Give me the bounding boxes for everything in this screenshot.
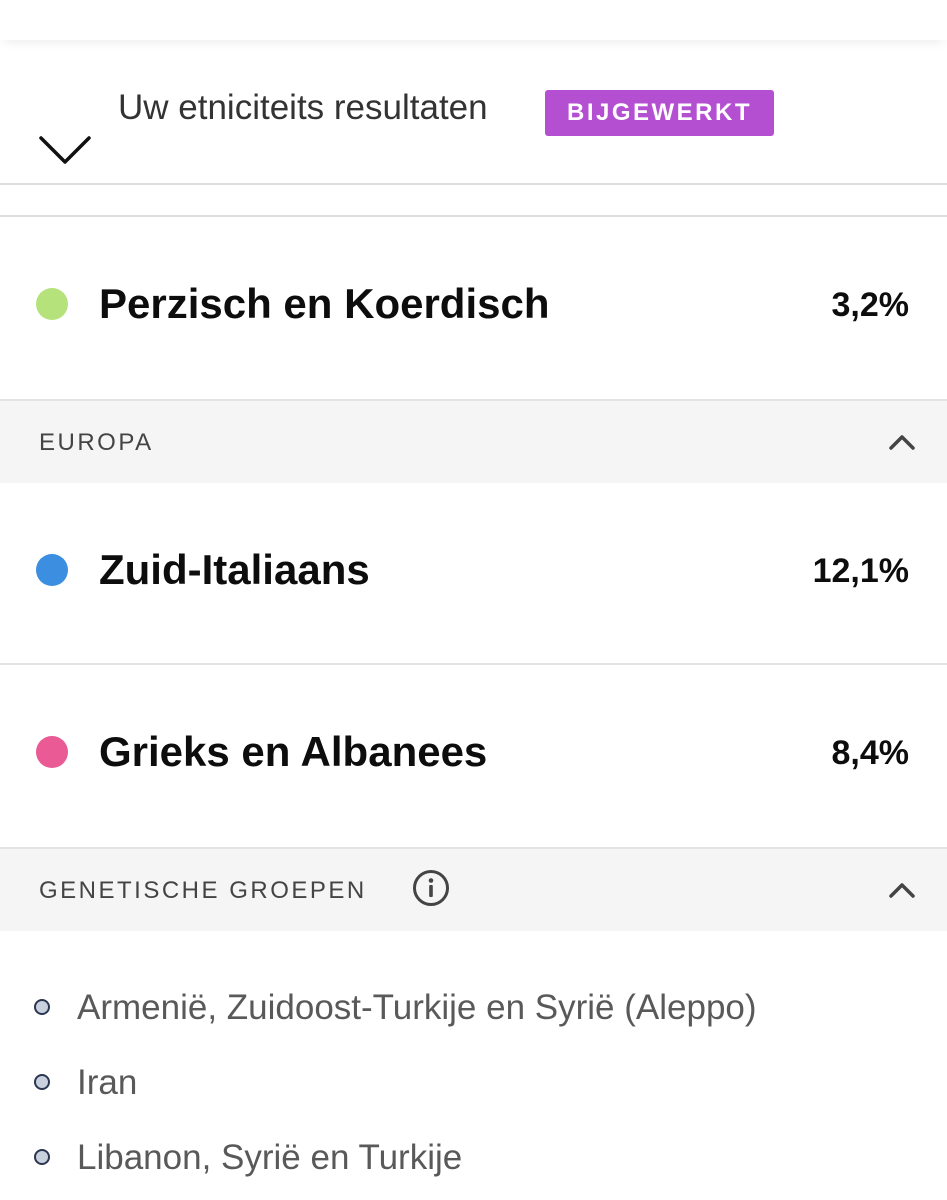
- chevron-down-icon[interactable]: [38, 132, 92, 168]
- updated-badge: BIJGEWERKT: [545, 90, 774, 136]
- section-label: GENETISCHE GROEPEN: [39, 877, 367, 904]
- chevron-up-icon[interactable]: [889, 881, 915, 899]
- ethnicity-color-dot: [36, 554, 68, 586]
- ethnicity-name: Perzisch en Koerdisch: [99, 280, 550, 327]
- bullet-icon: [34, 999, 50, 1015]
- chevron-up-icon[interactable]: [889, 433, 915, 451]
- genetic-group-name: Libanon, Syrië en Turkije: [77, 1138, 463, 1177]
- ethnicity-color-dot: [36, 736, 68, 768]
- bullet-icon: [34, 1149, 50, 1165]
- genetic-group-item[interactable]: Armenië, Zuidoost-Turkije en Syrië (Alep…: [0, 978, 947, 1038]
- top-bar: [0, 0, 947, 40]
- genetic-group-item[interactable]: Iran: [0, 1053, 947, 1113]
- section-header-genetic-groups[interactable]: GENETISCHE GROEPEN: [0, 847, 947, 931]
- ethnicity-percent: 12,1%: [812, 552, 909, 590]
- ethnicity-percent: 3,2%: [831, 286, 910, 324]
- ethnicity-percent: 8,4%: [831, 734, 910, 772]
- ethnicity-color-dot: [36, 288, 68, 320]
- ethnicity-name: Zuid-Italiaans: [99, 546, 370, 593]
- bullet-icon: [34, 1074, 50, 1090]
- genetic-group-item[interactable]: Libanon, Syrië en Turkije: [0, 1128, 947, 1188]
- header-title: Uw etniciteits resultaten: [118, 88, 488, 127]
- genetic-group-name: Iran: [77, 1063, 138, 1102]
- section-label: EUROPA: [39, 429, 154, 456]
- genetic-group-name: Armenië, Zuidoost-Turkije en Syrië (Alep…: [77, 988, 757, 1027]
- section-header-europa[interactable]: EUROPA: [0, 399, 947, 483]
- ethnicity-name: Grieks en Albanees: [99, 728, 488, 775]
- info-icon[interactable]: [412, 869, 450, 907]
